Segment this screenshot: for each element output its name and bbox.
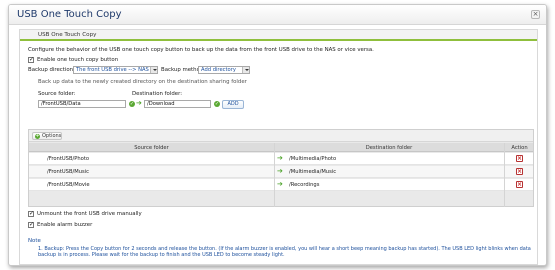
arrow-right-icon: ➔ (277, 180, 283, 188)
backup-method-value: Add directory (201, 67, 236, 73)
row-source: /FrontUSB/Movie (47, 182, 90, 188)
note-title: Note (28, 238, 41, 244)
enable-copy-label: Enable one touch copy button (37, 57, 119, 63)
note-text: 1. Backup: Press the Copy button for 2 s… (38, 246, 531, 259)
chevron-down-icon (150, 67, 157, 73)
enable-copy-checkbox[interactable] (28, 56, 34, 63)
header-destination: Destination folder (365, 145, 413, 151)
delete-icon[interactable]: × (516, 155, 523, 162)
table-header: Source folder Destination folder Action (29, 143, 533, 152)
window-title: USB One Touch Copy (17, 9, 122, 20)
description-text: Configure the behavior of the USB one to… (28, 47, 374, 53)
options-button[interactable]: + Options (32, 132, 62, 140)
backup-direction-select[interactable]: The front USB drive --> NAS (73, 66, 158, 74)
unmount-checkbox[interactable] (28, 210, 34, 217)
dialog-window: USB One Touch Copy × USB One Touch Copy … (8, 4, 547, 266)
alarm-buzzer-label: Enable alarm buzzer (37, 222, 93, 228)
delete-icon[interactable]: × (516, 181, 523, 188)
destination-folder-label: Destination folder: (132, 91, 183, 97)
arrow-right-icon: ➔ (136, 99, 142, 107)
row-source: /FrontUSB/Music (47, 169, 90, 175)
header-action: Action (511, 145, 528, 151)
row-destination: /Multimedia/Photo (289, 156, 337, 162)
source-folder-input[interactable]: /FrontUSB/Data (38, 100, 126, 108)
section-header: USB One Touch Copy (20, 30, 537, 41)
destination-folder-input[interactable]: /Download (144, 100, 211, 108)
alarm-buzzer-checkbox[interactable] (28, 221, 34, 228)
backup-direction-label: Backup direction : (28, 67, 77, 73)
arrow-right-icon: ➔ (277, 154, 283, 162)
add-button[interactable]: ADD (222, 100, 244, 109)
table-row: /FrontUSB/Photo ➔ /Multimedia/Photo × (29, 153, 533, 165)
column-divider (274, 143, 275, 207)
title-bar: USB One Touch Copy × (9, 5, 546, 25)
check-icon: ✓ (214, 101, 220, 107)
settings-panel: USB One Touch Copy Configure the behavio… (19, 29, 538, 265)
header-source: Source folder (134, 145, 169, 151)
source-folder-label: Source folder: (38, 91, 76, 97)
row-destination: /Multimedia/Music (289, 169, 337, 175)
column-divider (504, 143, 505, 207)
row-destination: /Recordings (289, 182, 320, 188)
options-label: Options (42, 133, 62, 139)
check-icon: ✓ (129, 101, 135, 107)
table-row: /FrontUSB/Movie ➔ /Recordings × (29, 179, 533, 191)
delete-icon[interactable]: × (516, 168, 523, 175)
table-row: /FrontUSB/Music ➔ /Multimedia/Music × (29, 166, 533, 178)
folder-pairs-table: + Options Source folder Destination fold… (28, 129, 534, 207)
arrow-right-icon: ➔ (277, 167, 283, 175)
backup-info-text: Back up data to the newly created direct… (38, 79, 247, 85)
backup-method-select[interactable]: Add directory (198, 66, 250, 74)
backup-direction-value: The front USB drive --> NAS (76, 67, 149, 73)
section-title: USB One Touch Copy (38, 32, 97, 38)
chevron-down-icon (242, 67, 249, 73)
close-icon[interactable]: × (531, 10, 540, 19)
plus-icon: + (35, 133, 40, 139)
table-toolbar: + Options (29, 130, 533, 142)
row-source: /FrontUSB/Photo (47, 156, 90, 162)
unmount-label: Unmount the front USB drive manually (37, 211, 142, 217)
